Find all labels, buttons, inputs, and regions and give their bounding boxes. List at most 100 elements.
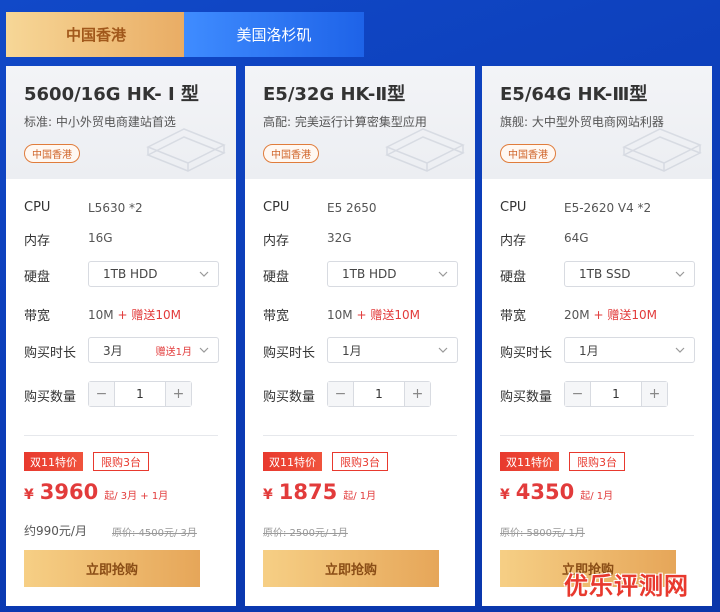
- price-unit: 起/ 1月: [343, 491, 377, 502]
- disk-select[interactable]: 1TB HDD: [88, 261, 219, 287]
- cpu-value: E5 2650: [327, 201, 377, 215]
- duration-select[interactable]: 1月: [327, 337, 458, 363]
- memory-value: 64G: [564, 231, 589, 245]
- duration-select[interactable]: 1月: [564, 337, 695, 363]
- duration-bonus-note: 赠送1月: [155, 346, 192, 358]
- price-unit: 起/ 3月 + 1月: [104, 491, 169, 502]
- divider: [500, 435, 694, 436]
- limit-badge: 限购3台: [93, 452, 149, 471]
- duration-label: 购买时长: [500, 346, 553, 361]
- bandwidth-value: 10M + 赠送10M: [88, 306, 181, 323]
- quantity-stepper: − 1 +: [88, 381, 192, 407]
- quantity-value[interactable]: 1: [591, 382, 641, 406]
- disk-label: 硬盘: [500, 270, 527, 285]
- bandwidth-bonus: + 赠送10M: [593, 308, 657, 322]
- monthly-price: 约990元/月: [24, 524, 87, 538]
- cpu-value: L5630 *2: [88, 201, 143, 215]
- tab-hong-kong[interactable]: 中国香港: [6, 12, 186, 57]
- bandwidth-label: 带宽: [24, 309, 51, 324]
- product-card-1: 5600/16G HK- Ⅰ 型 标准: 中小外贸电商建站首选 中国香港 CPU…: [6, 66, 236, 606]
- original-price: 原价: 2500元/ 1月: [263, 528, 348, 539]
- chevron-down-icon: [438, 347, 448, 353]
- original-price: 原价: 5800元/ 1月: [500, 528, 585, 539]
- disk-select[interactable]: 1TB SSD: [564, 261, 695, 287]
- increment-button[interactable]: +: [404, 382, 430, 406]
- bandwidth-base: 20M: [564, 308, 590, 322]
- bandwidth-bonus: + 赠送10M: [356, 308, 420, 322]
- chevron-down-icon: [199, 347, 209, 353]
- memory-label: 内存: [263, 234, 290, 249]
- disk-select-value: 1TB HDD: [342, 267, 397, 281]
- quantity-label: 购买数量: [263, 390, 316, 405]
- limit-badge: 限购3台: [332, 452, 388, 471]
- currency-symbol: ¥: [263, 487, 273, 503]
- price-amount: 4350: [515, 480, 575, 504]
- cpu-label: CPU: [500, 200, 527, 215]
- server-watermark-icon: [385, 128, 465, 172]
- price-unit: 起/ 1月: [580, 491, 614, 502]
- chevron-down-icon: [675, 271, 685, 277]
- price-amount: 1875: [278, 480, 338, 504]
- card-subtitle: 标准: 中小外贸电商建站首选: [24, 115, 176, 129]
- bandwidth-value: 20M + 赠送10M: [564, 306, 657, 323]
- original-price: 原价: 4500元/ 3月: [112, 528, 197, 539]
- region-badge: 中国香港: [263, 144, 319, 163]
- duration-select-value: 1月: [342, 343, 362, 358]
- card-subtitle: 旗舰: 大中型外贸电商网站利器: [500, 115, 664, 129]
- increment-button[interactable]: +: [165, 382, 191, 406]
- card-title: 5600/16G HK- Ⅰ 型: [24, 84, 199, 105]
- bandwidth-label: 带宽: [500, 309, 527, 324]
- divider: [263, 435, 457, 436]
- increment-button[interactable]: +: [641, 382, 667, 406]
- bandwidth-base: 10M: [327, 308, 353, 322]
- disk-label: 硬盘: [263, 270, 290, 285]
- card-title: E5/32G HK-Ⅱ型: [263, 84, 406, 105]
- memory-value: 16G: [88, 231, 113, 245]
- limit-badge: 限购3台: [569, 452, 625, 471]
- decrement-button[interactable]: −: [565, 382, 591, 406]
- promo-badge: 双11特价: [500, 452, 559, 471]
- quantity-label: 购买数量: [24, 390, 77, 405]
- duration-label: 购买时长: [263, 346, 316, 361]
- disk-select-value: 1TB HDD: [103, 267, 158, 281]
- buy-now-button[interactable]: 立即抢购: [263, 550, 439, 587]
- quantity-value[interactable]: 1: [354, 382, 404, 406]
- disk-label: 硬盘: [24, 270, 51, 285]
- cpu-value: E5-2620 V4 *2: [564, 201, 652, 215]
- bandwidth-label: 带宽: [263, 309, 290, 324]
- memory-label: 内存: [500, 234, 527, 249]
- region-badge: 中国香港: [24, 144, 80, 163]
- buy-now-button[interactable]: 立即抢购: [24, 550, 200, 587]
- decrement-button[interactable]: −: [89, 382, 115, 406]
- product-card-3: E5/64G HK-Ⅲ型 旗舰: 大中型外贸电商网站利器 中国香港 CPU E5…: [482, 66, 712, 606]
- tab-los-angeles[interactable]: 美国洛杉矶: [184, 12, 364, 57]
- quantity-value[interactable]: 1: [115, 382, 165, 406]
- disk-select[interactable]: 1TB HDD: [327, 261, 458, 287]
- promo-badge: 双11特价: [263, 452, 322, 471]
- memory-value: 32G: [327, 231, 352, 245]
- duration-select-value: 1月: [579, 343, 599, 358]
- price: ¥ 1875 起/ 1月: [263, 480, 376, 504]
- price-amount: 3960: [39, 480, 99, 504]
- decrement-button[interactable]: −: [328, 382, 354, 406]
- region-badge: 中国香港: [500, 144, 556, 163]
- server-watermark-icon: [146, 128, 226, 172]
- disk-select-value: 1TB SSD: [579, 267, 631, 281]
- quantity-stepper: − 1 +: [564, 381, 668, 407]
- divider: [24, 435, 218, 436]
- currency-symbol: ¥: [500, 487, 510, 503]
- duration-select[interactable]: 3月 赠送1月: [88, 337, 219, 363]
- memory-label: 内存: [24, 234, 51, 249]
- card-subtitle: 高配: 完美运行计算密集型应用: [263, 115, 427, 129]
- region-tabs: 中国香港 美国洛杉矶: [6, 12, 364, 57]
- product-card-2: E5/32G HK-Ⅱ型 高配: 完美运行计算密集型应用 中国香港 CPU E5…: [245, 66, 475, 606]
- chevron-down-icon: [199, 271, 209, 277]
- duration-label: 购买时长: [24, 346, 77, 361]
- promo-badge: 双11特价: [24, 452, 83, 471]
- quantity-label: 购买数量: [500, 390, 553, 405]
- price: ¥ 4350 起/ 1月: [500, 480, 613, 504]
- cpu-label: CPU: [263, 200, 290, 215]
- quantity-stepper: − 1 +: [327, 381, 431, 407]
- chevron-down-icon: [675, 347, 685, 353]
- duration-select-value: 3月: [103, 343, 123, 358]
